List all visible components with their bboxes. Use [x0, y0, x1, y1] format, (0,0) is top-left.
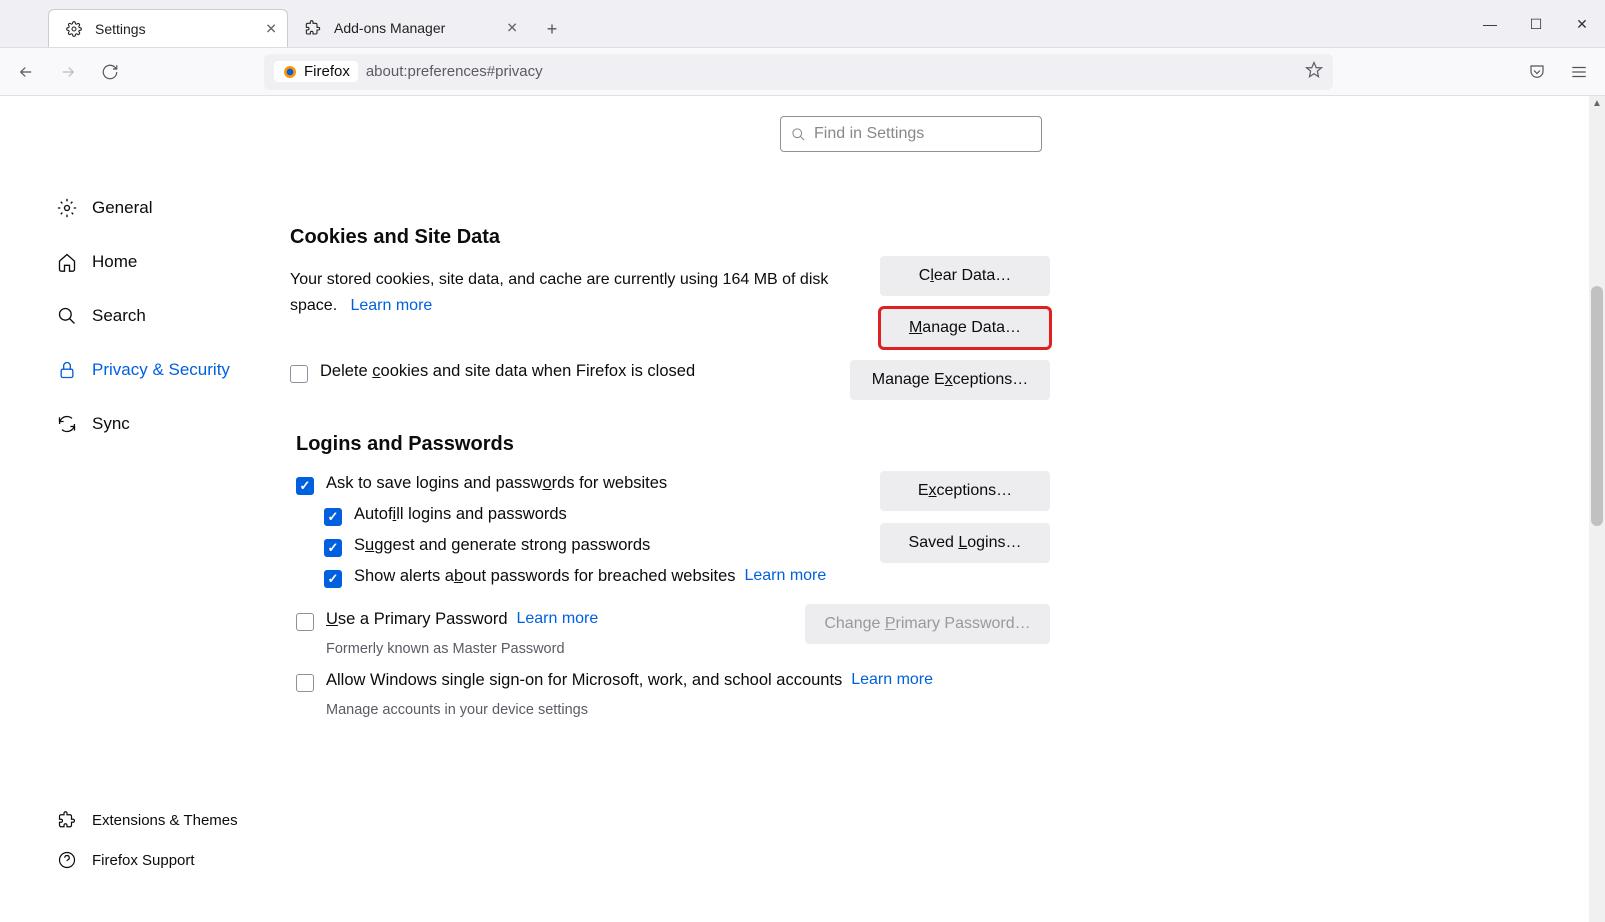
tab-label: Add-ons Manager: [334, 20, 445, 36]
sidebar-extensions[interactable]: Extensions & Themes: [48, 802, 246, 838]
sso-hint: Manage accounts in your device settings: [296, 702, 1050, 718]
close-icon[interactable]: ✕: [265, 20, 277, 37]
manage-exceptions-button[interactable]: Manage Exceptions…: [850, 360, 1050, 400]
sso-label: Allow Windows single sign-on for Microso…: [326, 671, 842, 690]
cookies-heading: Cookies and Site Data: [290, 226, 1050, 249]
manage-data-button[interactable]: Manage Data…: [880, 308, 1050, 348]
sidebar-item-label: Sync: [92, 414, 130, 434]
gear-icon: [63, 18, 85, 40]
cookies-description: Your stored cookies, site data, and cach…: [290, 267, 830, 318]
primary-password-checkbox[interactable]: [296, 613, 314, 631]
sso-learn-more[interactable]: Learn more: [851, 671, 933, 689]
gear-icon: [56, 197, 78, 219]
firefox-icon: [282, 64, 298, 80]
autofill-checkbox[interactable]: [324, 508, 342, 526]
sidebar-item-search[interactable]: Search: [48, 294, 290, 338]
vertical-scrollbar[interactable]: ▲: [1589, 96, 1605, 922]
suggest-label: Suggest and generate strong passwords: [354, 536, 650, 555]
sidebar-support[interactable]: Firefox Support: [48, 842, 246, 878]
maximize-button[interactable]: ☐: [1513, 0, 1559, 48]
autofill-label: Autofill logins and passwords: [354, 505, 567, 524]
tab-settings[interactable]: Settings ✕: [48, 9, 288, 47]
lock-icon: [56, 359, 78, 381]
delete-cookies-checkbox[interactable]: [290, 365, 308, 383]
sidebar-item-label: Firefox Support: [92, 852, 195, 869]
ask-save-checkbox[interactable]: [296, 477, 314, 495]
sidebar-item-privacy[interactable]: Privacy & Security: [48, 348, 290, 392]
cookies-section: Cookies and Site Data Your stored cookie…: [290, 226, 1050, 383]
identity-box[interactable]: Firefox: [274, 61, 358, 82]
puzzle-icon: [56, 809, 78, 831]
alerts-checkbox[interactable]: [324, 570, 342, 588]
primary-learn-more[interactable]: Learn more: [516, 610, 598, 628]
primary-password-label: Use a Primary Password: [326, 610, 508, 629]
menu-button[interactable]: [1561, 54, 1597, 90]
home-icon: [56, 251, 78, 273]
saved-logins-button[interactable]: Saved Logins…: [880, 523, 1050, 563]
suggest-checkbox[interactable]: [324, 539, 342, 557]
reload-button[interactable]: [92, 54, 128, 90]
sidebar-item-general[interactable]: General: [48, 186, 290, 230]
sidebar-item-sync[interactable]: Sync: [48, 402, 290, 446]
settings-search[interactable]: Find in Settings: [780, 116, 1042, 152]
new-tab-button[interactable]: +: [536, 13, 568, 45]
sidebar-item-label: Extensions & Themes: [92, 812, 238, 829]
identity-label: Firefox: [304, 63, 350, 80]
settings-main: Find in Settings Cookies and Site Data Y…: [290, 96, 1589, 922]
window-controls: — ☐ ✕: [1467, 0, 1605, 48]
logins-exceptions-button[interactable]: Exceptions…: [880, 471, 1050, 511]
sync-icon: [56, 413, 78, 435]
scroll-up-icon[interactable]: ▲: [1592, 98, 1602, 109]
tab-strip: Settings ✕ Add-ons Manager ✕ + — ☐ ✕: [0, 0, 1605, 48]
content-area: General Home Search Privacy & Security S…: [0, 96, 1589, 922]
logins-section: Logins and Passwords Exceptions… Saved L…: [290, 433, 1050, 718]
toolbar: Firefox about:preferences#privacy: [0, 48, 1605, 96]
scrollbar-thumb[interactable]: [1591, 286, 1603, 526]
tab-label: Settings: [95, 21, 146, 37]
sso-checkbox[interactable]: [296, 674, 314, 692]
delete-cookies-label: Delete cookies and site data when Firefo…: [320, 362, 695, 381]
sidebar-item-label: General: [92, 198, 152, 218]
search-icon: [56, 305, 78, 327]
pocket-icon[interactable]: [1519, 54, 1555, 90]
sidebar-item-label: Home: [92, 252, 137, 272]
alerts-label: Show alerts about passwords for breached…: [354, 567, 736, 586]
cookies-learn-more[interactable]: Learn more: [350, 297, 432, 314]
puzzle-icon: [302, 17, 324, 39]
close-window-button[interactable]: ✕: [1559, 0, 1605, 48]
search-placeholder: Find in Settings: [814, 125, 924, 143]
sidebar-item-label: Search: [92, 306, 146, 326]
sidebar-item-label: Privacy & Security: [92, 360, 230, 380]
tab-addons[interactable]: Add-ons Manager ✕: [288, 9, 528, 47]
alerts-learn-more[interactable]: Learn more: [744, 567, 826, 585]
search-icon: [791, 127, 806, 142]
logins-heading: Logins and Passwords: [296, 433, 1050, 456]
ask-save-label: Ask to save logins and passwords for web…: [326, 474, 667, 493]
help-icon: [56, 849, 78, 871]
url-bar[interactable]: Firefox about:preferences#privacy: [264, 54, 1333, 90]
url-text: about:preferences#privacy: [366, 63, 543, 80]
settings-sidebar: General Home Search Privacy & Security S…: [0, 96, 290, 922]
minimize-button[interactable]: —: [1467, 0, 1513, 48]
forward-button[interactable]: [50, 54, 86, 90]
bookmark-star-icon[interactable]: [1305, 61, 1323, 83]
sidebar-item-home[interactable]: Home: [48, 240, 290, 284]
clear-data-button[interactable]: Clear Data…: [880, 256, 1050, 296]
change-primary-password-button[interactable]: Change Primary Password…: [805, 604, 1050, 644]
close-icon[interactable]: ✕: [506, 20, 518, 37]
back-button[interactable]: [8, 54, 44, 90]
